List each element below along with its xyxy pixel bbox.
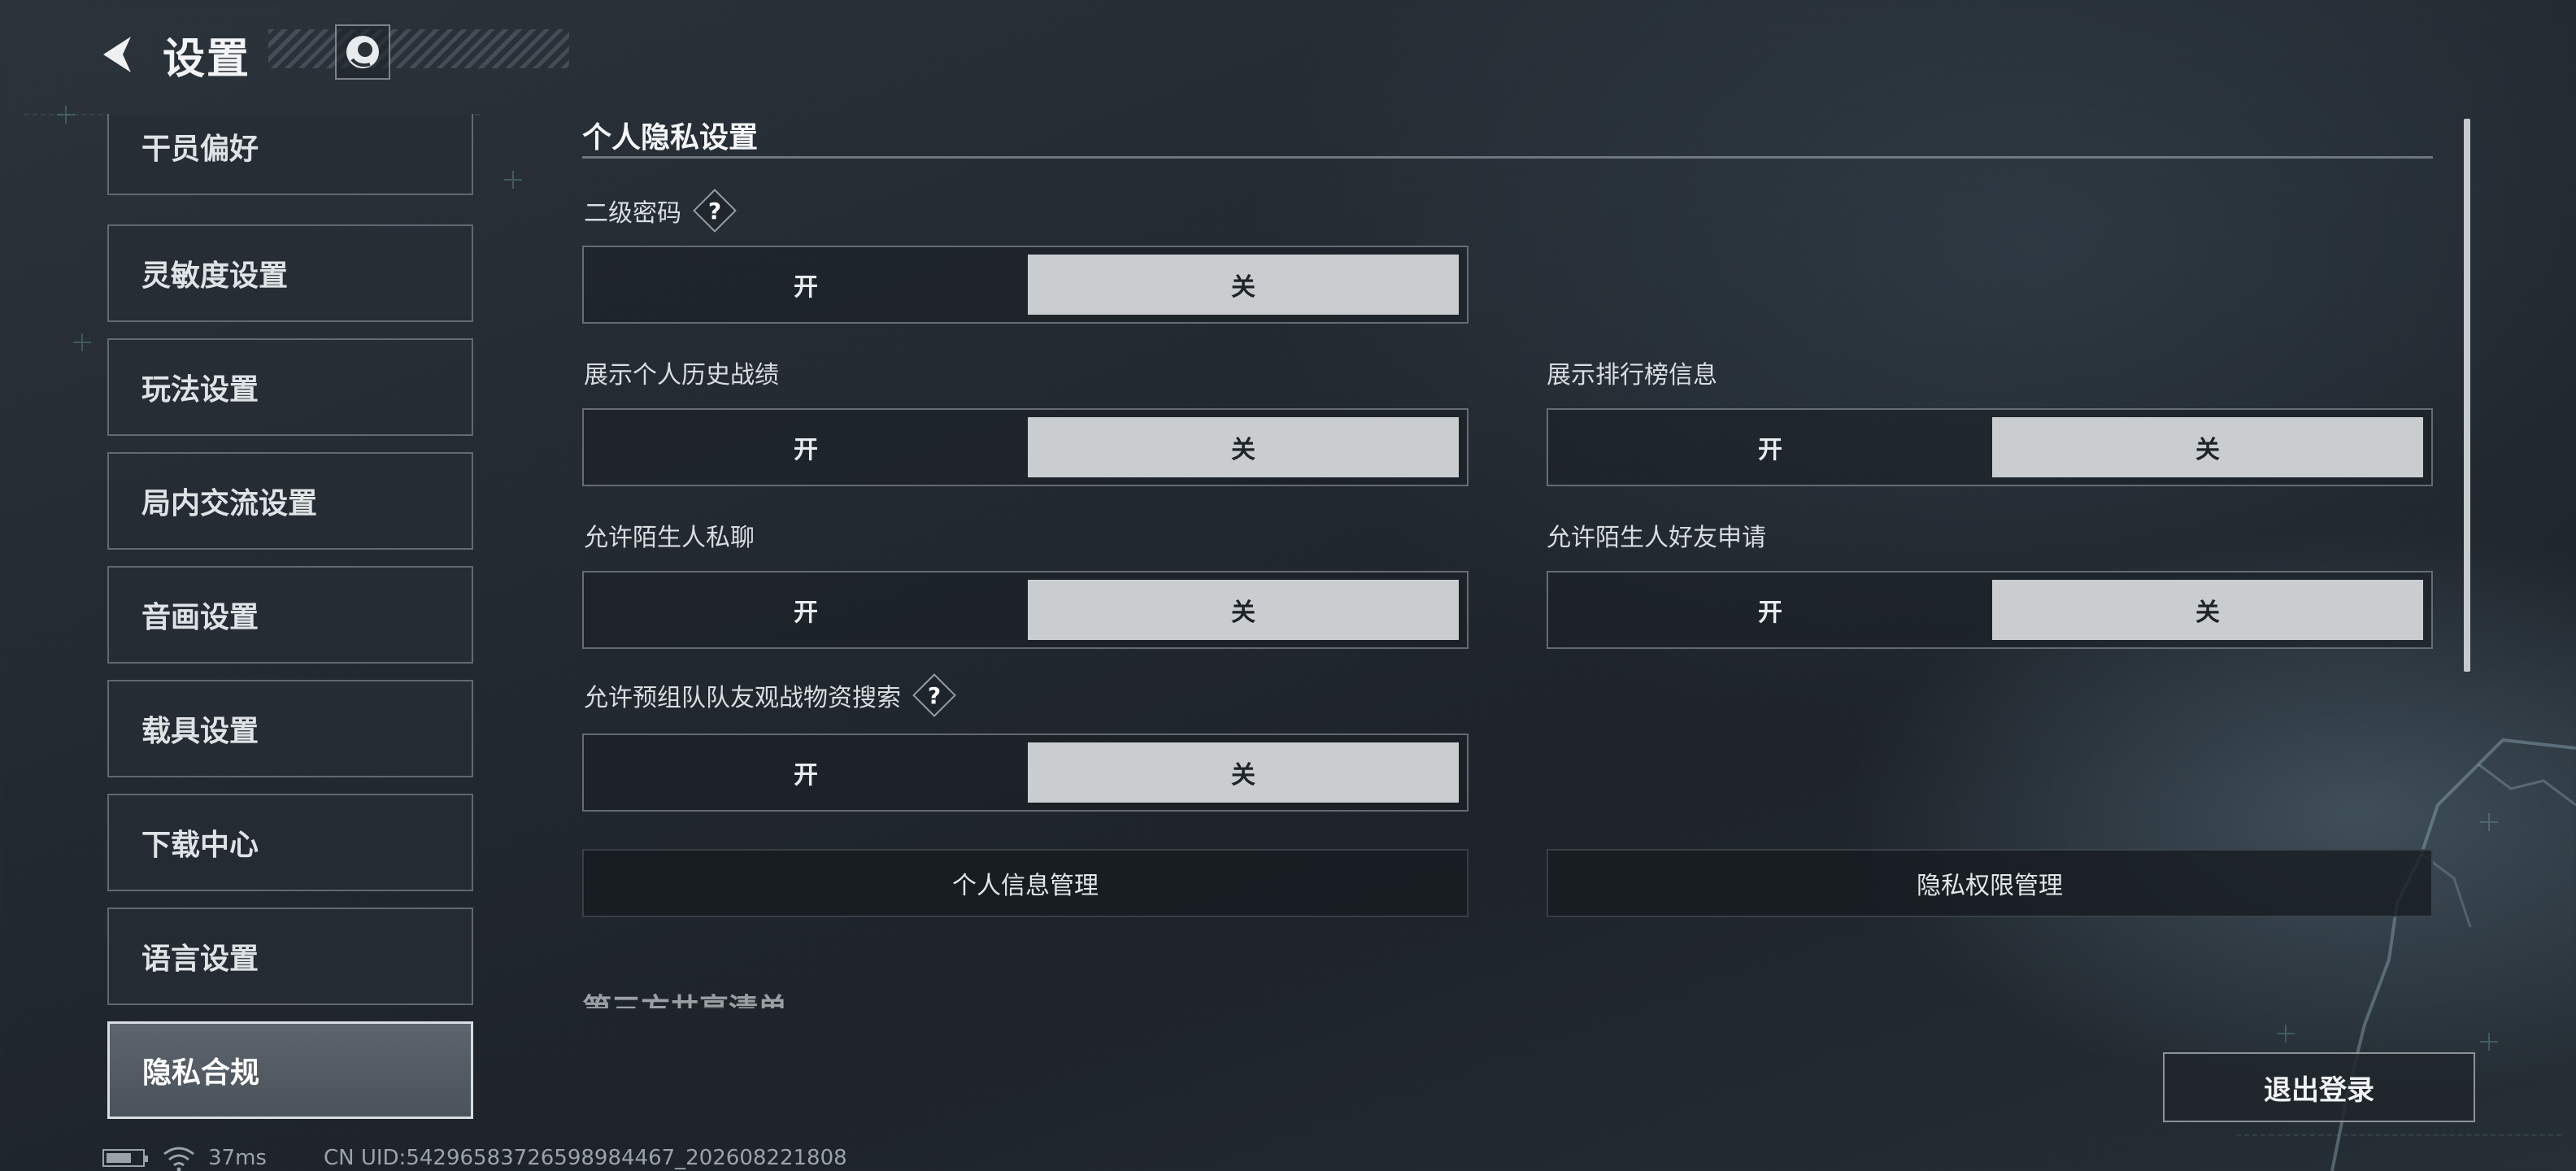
battery-icon [102, 1149, 148, 1167]
setting-label-stranger-chat: 允许陌生人私聊 [584, 517, 755, 553]
status-bar: 37ms CN UID:54296583726598984467_2026082… [102, 1142, 847, 1171]
toggle-team-spectate-loot: 开 关 [582, 734, 1469, 812]
toggle-off-option[interactable]: 关 [1028, 255, 1459, 315]
logout-button[interactable]: 退出登录 [2163, 1052, 2475, 1122]
page-title: 设置 [163, 34, 251, 84]
header-hatch-decoration [268, 29, 569, 68]
toggle-on-option[interactable]: 开 [590, 580, 1021, 640]
toggle-on-option[interactable]: 开 [590, 742, 1021, 803]
setting-label-text: 允许陌生人好友申请 [1547, 524, 1766, 552]
sidebar-item-label: 下载中心 [141, 829, 259, 862]
user-uid: CN UID:54296583726598984467_202608221808 [323, 1146, 847, 1170]
setting-label-leaderboard: 展示排行榜信息 [1547, 355, 1717, 390]
toggle-match-history: 开 关 [582, 408, 1469, 486]
toggle-stranger-chat: 开 关 [582, 571, 1469, 649]
help-glyph: ? [707, 197, 722, 224]
toggle-off-option[interactable]: 关 [1028, 742, 1459, 803]
sidebar-item-label: 载具设置 [141, 715, 259, 748]
sidebar-item-label: 干员偏好 [141, 133, 259, 166]
sidebar-item-sensitivity[interactable]: 灵敏度设置 [107, 224, 473, 322]
sidebar-item-language[interactable]: 语言设置 [107, 908, 473, 1005]
toggle-secondary-password: 开 关 [582, 246, 1469, 324]
toggle-leaderboard: 开 关 [1547, 408, 2433, 486]
page-header: 设置 [89, 18, 250, 91]
game-logo-icon [335, 24, 390, 80]
setting-label-stranger-friend-request: 允许陌生人好友申请 [1547, 517, 1766, 553]
sidebar-item-label: 玩法设置 [141, 373, 259, 407]
sidebar-item-vehicle[interactable]: 载具设置 [107, 680, 473, 777]
toggle-on-option[interactable]: 开 [1555, 580, 1986, 640]
section-divider [582, 156, 2433, 159]
sidebar-item-label: 音画设置 [141, 601, 259, 634]
content-scrollbar[interactable] [2464, 119, 2470, 672]
privacy-settings-panel: 个人隐私设置 二级密码 ? 开 关 展示个人历史战绩 开 关 展示排行榜信息 开… [582, 114, 2436, 1008]
crosshair-mark [73, 333, 91, 351]
crosshair-mark [57, 106, 75, 124]
sidebar-item-in-match-communication[interactable]: 局内交流设置 [107, 452, 473, 550]
sidebar-item-download-center[interactable]: 下载中心 [107, 794, 473, 891]
setting-label-text: 展示排行榜信息 [1547, 361, 1717, 390]
toggle-off-option[interactable]: 关 [1028, 417, 1459, 477]
privacy-permission-management-button[interactable]: 隐私权限管理 [1547, 849, 2433, 917]
toggle-on-option[interactable]: 开 [590, 417, 1021, 477]
toggle-off-option[interactable]: 关 [1028, 580, 1459, 640]
back-arrow-icon [103, 37, 131, 72]
toggle-off-option[interactable]: 关 [1992, 580, 2423, 640]
help-icon[interactable]: ? [696, 192, 733, 229]
setting-label-text: 允许陌生人私聊 [584, 524, 755, 552]
setting-label-text: 展示个人历史战绩 [584, 361, 779, 390]
crosshair-mark [504, 171, 522, 189]
sidebar-item-audio-video[interactable]: 音画设置 [107, 566, 473, 664]
toggle-off-option[interactable]: 关 [1992, 417, 2423, 477]
help-icon[interactable]: ? [916, 677, 953, 714]
sidebar-item-privacy[interactable]: 隐私合规 [107, 1021, 473, 1119]
sidebar-item-label: 隐私合规 [142, 1056, 260, 1090]
toggle-stranger-friend-request: 开 关 [1547, 571, 2433, 649]
personal-info-management-button[interactable]: 个人信息管理 [582, 849, 1469, 917]
setting-label-team-spectate-loot: 允许预组队队友观战物资搜索 ? [584, 677, 953, 714]
toggle-on-option[interactable]: 开 [590, 255, 1021, 315]
help-glyph: ? [927, 681, 942, 709]
toggle-on-option[interactable]: 开 [1555, 417, 1986, 477]
wifi-icon [163, 1147, 194, 1171]
ping-readout: 37ms [208, 1146, 267, 1170]
next-section-title-text: 第三方共享清单 [582, 992, 794, 1008]
sidebar-item-label: 灵敏度设置 [141, 259, 289, 293]
setting-label-text: 允许预组队队友观战物资搜索 [584, 684, 901, 712]
setting-label-match-history: 展示个人历史战绩 [584, 355, 779, 390]
back-button[interactable] [89, 26, 146, 83]
setting-label-secondary-password: 二级密码 ? [584, 192, 733, 229]
section-title: 个人隐私设置 [582, 121, 759, 155]
sidebar-item-gameplay[interactable]: 玩法设置 [107, 338, 473, 436]
setting-label-text: 二级密码 [584, 199, 681, 228]
sidebar-item-label: 语言设置 [141, 942, 259, 976]
settings-sidebar: 干员偏好 灵敏度设置 玩法设置 局内交流设置 音画设置 载具设置 下载中心 语言… [107, 114, 473, 1122]
sidebar-item-label: 局内交流设置 [141, 487, 318, 520]
sidebar-item-operator-preference[interactable]: 干员偏好 [107, 114, 473, 195]
next-section-title-partial: 第三方共享清单 [582, 992, 794, 1008]
